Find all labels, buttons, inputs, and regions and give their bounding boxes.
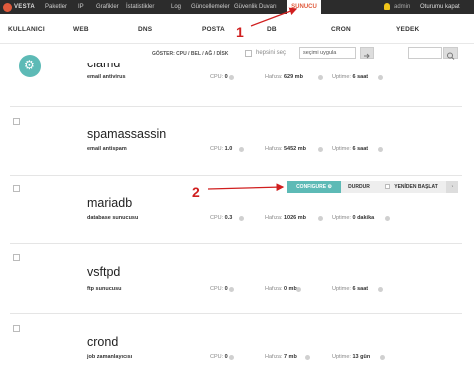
cpu-icon <box>229 355 234 360</box>
menu-ip[interactable]: IP <box>78 0 84 14</box>
gear-icon: ⚙ <box>327 184 332 190</box>
uptime-stat: Uptime: 6 saat <box>332 146 369 152</box>
apply-bulk-button[interactable] <box>360 47 374 59</box>
row-divider <box>10 313 462 314</box>
uptime-icon <box>380 355 385 360</box>
bell-icon[interactable] <box>384 3 390 10</box>
annotation-number-1: 1 <box>236 24 244 40</box>
mem-icon <box>318 147 323 152</box>
row-divider <box>10 243 462 244</box>
row-divider <box>10 106 462 107</box>
service-name[interactable]: spamassassin <box>87 127 166 141</box>
restart-checkbox-icon <box>385 184 391 190</box>
annotation-arrow-2 <box>207 183 285 192</box>
cpu-icon <box>239 147 244 152</box>
list-toolbar <box>0 44 474 66</box>
mem-stat: Hafıza: 1026 mb <box>265 215 306 221</box>
service-name[interactable]: vsftpd <box>87 265 120 279</box>
top-navigation-bar: VESTA Paketler IP Grafikler İstatistikle… <box>0 0 474 14</box>
mem-icon <box>305 355 310 360</box>
restart-button[interactable]: YENİDEN BAŞLAT <box>377 181 446 193</box>
cpu-icon <box>229 287 234 292</box>
configure-button[interactable]: CONFIGURE ⚙ <box>287 181 341 193</box>
tab-dns[interactable]: DNS <box>138 26 152 33</box>
menu-grafikler[interactable]: Grafikler <box>96 0 119 14</box>
service-desc: database sunucusu <box>87 215 139 221</box>
stop-button[interactable]: DURDUR <box>341 181 377 193</box>
select-all-checkbox[interactable] <box>245 50 252 57</box>
logo-text: VESTA <box>14 4 36 10</box>
mem-stat: Hafıza: 0 mb <box>265 286 297 292</box>
tab-yedek[interactable]: YEDEK <box>396 26 419 33</box>
service-desc: email antispam <box>87 146 127 152</box>
uptime-icon <box>378 147 383 152</box>
row-checkbox[interactable] <box>13 185 20 192</box>
uptime-icon <box>378 287 383 292</box>
service-desc: job zamanlayıcısı <box>87 354 133 360</box>
cpu-stat: CPU: 0 <box>210 354 228 360</box>
bulk-action-select[interactable]: seçimi uygula <box>299 47 356 59</box>
search-button[interactable] <box>443 47 458 60</box>
tab-kullanici[interactable]: KULLANICI <box>8 26 45 33</box>
logo-icon <box>3 2 12 12</box>
service-name[interactable]: crond <box>87 335 118 349</box>
uptime-stat: Uptime: 13 gün <box>332 354 371 360</box>
service-desc: email antivirus <box>87 74 126 80</box>
select-all-label: hepsini seç <box>256 50 287 56</box>
user-name[interactable]: admin <box>394 0 410 14</box>
uptime-stat: Uptime: 6 saat <box>332 286 369 292</box>
mem-icon <box>318 216 323 221</box>
mem-icon <box>318 75 323 80</box>
menu-sunucu[interactable]: SUNUCU <box>287 0 321 14</box>
mem-icon <box>296 287 301 292</box>
tab-db[interactable]: DB <box>267 26 277 33</box>
cpu-stat: CPU: 0 <box>210 74 228 80</box>
tab-posta[interactable]: POSTA <box>202 26 225 33</box>
mem-stat: Hafıza: 629 mb <box>265 74 303 80</box>
uptime-icon <box>385 216 390 221</box>
uptime-stat: Uptime: 0 dakika <box>332 215 375 221</box>
search-icon <box>447 52 455 60</box>
mem-stat: Hafıza: 7 mb <box>265 354 297 360</box>
cpu-stat: CPU: 1.0 <box>210 146 233 152</box>
row-checkbox[interactable] <box>13 325 20 332</box>
row-checkbox[interactable] <box>13 118 20 125</box>
uptime-stat: Uptime: 6 saat <box>332 74 369 80</box>
row-checkbox[interactable] <box>13 254 20 261</box>
menu-istatistikler[interactable]: İstatistikler <box>126 0 154 14</box>
more-actions-icon[interactable]: ◔ <box>446 181 458 193</box>
cpu-icon <box>239 216 244 221</box>
menu-log[interactable]: Log <box>171 0 181 14</box>
tab-web[interactable]: WEB <box>73 26 89 33</box>
row-divider <box>10 175 462 176</box>
logout-link[interactable]: Oturumu kapat <box>420 0 460 14</box>
vesta-logo[interactable]: VESTA <box>3 2 35 12</box>
uptime-icon <box>378 75 383 80</box>
search-input[interactable] <box>408 47 442 59</box>
menu-guncellemeler[interactable]: Güncellemeler <box>191 0 230 14</box>
cpu-stat: CPU: 0 <box>210 286 228 292</box>
settings-gear-button[interactable] <box>19 55 41 77</box>
show-options-label[interactable]: GÖSTER: CPU / BEL / AĞ / DİSK <box>152 51 228 57</box>
service-desc: ftp sunucusu <box>87 286 122 292</box>
cpu-stat: CPU: 0.3 <box>210 215 233 221</box>
menu-guvenlik-duvari[interactable]: Güvenlik Duvarı <box>234 0 277 14</box>
cpu-icon <box>229 75 234 80</box>
tab-cron[interactable]: CRON <box>331 26 351 33</box>
annotation-number-2: 2 <box>192 184 200 200</box>
menu-paketler[interactable]: Paketler <box>45 0 67 14</box>
service-name[interactable]: mariadb <box>87 196 132 210</box>
mem-stat: Hafıza: 5452 mb <box>265 146 306 152</box>
